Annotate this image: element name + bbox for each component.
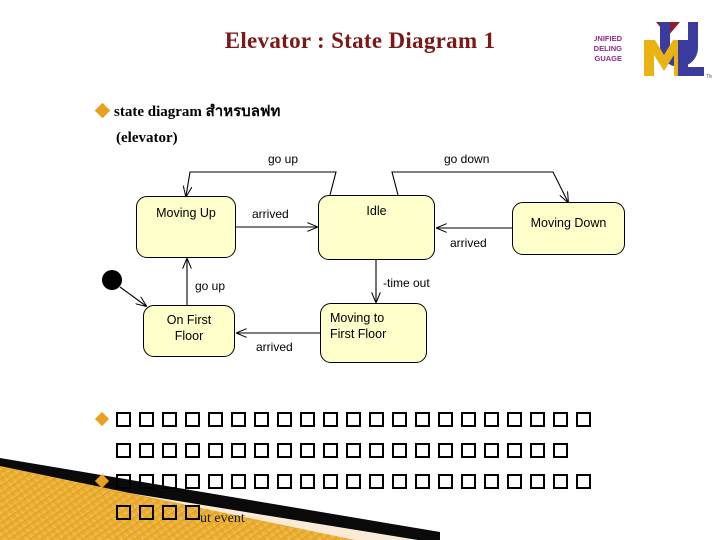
- missing-glyph-box: [208, 474, 223, 489]
- missing-glyph-box: [254, 443, 269, 458]
- missing-glyph-box: [254, 412, 269, 427]
- missing-glyph-box: [139, 443, 154, 458]
- missing-glyph-box: [553, 443, 568, 458]
- placeholder-row: [116, 435, 716, 466]
- state-idle-label: Idle: [366, 204, 387, 218]
- placeholder-text-block: [94, 404, 716, 528]
- missing-glyph-box: [461, 474, 476, 489]
- missing-glyph-box: [438, 412, 453, 427]
- missing-glyph-box: [461, 443, 476, 458]
- missing-glyph-box: [369, 474, 384, 489]
- missing-glyph-box: [116, 412, 131, 427]
- missing-glyph-box: [484, 474, 499, 489]
- edge-label-time-out: -time out: [383, 276, 430, 290]
- missing-glyph-box: [208, 443, 223, 458]
- missing-glyph-box: [254, 474, 269, 489]
- missing-glyph-box: [300, 412, 315, 427]
- missing-glyph-box: [530, 443, 545, 458]
- missing-glyph-box: [277, 412, 292, 427]
- placeholder-row: [116, 466, 716, 497]
- missing-glyph-box: [162, 474, 177, 489]
- missing-glyph-box: [553, 412, 568, 427]
- missing-glyph-box: [139, 474, 154, 489]
- missing-glyph-box: [323, 474, 338, 489]
- missing-glyph-box: [346, 474, 361, 489]
- missing-glyph-box: [553, 474, 568, 489]
- missing-glyph-box: [438, 443, 453, 458]
- missing-glyph-box: [323, 443, 338, 458]
- missing-glyph-box: [576, 412, 591, 427]
- state-moving-to-first-floor-label: Moving to First Floor: [330, 311, 387, 341]
- missing-glyph-box: [415, 474, 430, 489]
- missing-glyph-box: [231, 443, 246, 458]
- state-on-first-floor-label: On First Floor: [166, 313, 212, 343]
- missing-glyph-box: [576, 474, 591, 489]
- missing-glyph-box: [461, 412, 476, 427]
- missing-glyph-box: [116, 443, 131, 458]
- missing-glyph-box: [369, 443, 384, 458]
- missing-glyph-box: [300, 443, 315, 458]
- missing-glyph-box: [369, 412, 384, 427]
- edge-label-first-arrived: arrived: [256, 340, 293, 354]
- missing-glyph-box: [530, 412, 545, 427]
- edge-label-first-go-up: go up: [195, 279, 226, 293]
- missing-glyph-box: [277, 474, 292, 489]
- missing-glyph-box: [346, 412, 361, 427]
- state-moving-up-label: Moving Up: [156, 206, 216, 220]
- missing-glyph-box: [116, 505, 131, 520]
- edge-initial-to-first: [119, 286, 146, 306]
- missing-glyph-box: [162, 412, 177, 427]
- missing-glyph-box: [300, 474, 315, 489]
- edge-label-go-up-top: go up: [268, 152, 299, 166]
- missing-glyph-box: [438, 474, 453, 489]
- edge-label-down-arrived: arrived: [450, 236, 487, 250]
- slide-canvas: Elevator : State Diagram 1 UNIFIED MODEL…: [0, 0, 720, 540]
- missing-glyph-box: [231, 474, 246, 489]
- missing-glyph-box: [185, 443, 200, 458]
- missing-glyph-box: [392, 474, 407, 489]
- missing-glyph-box: [185, 474, 200, 489]
- missing-glyph-box: [507, 443, 522, 458]
- edge-label-go-down-top: go down: [444, 152, 490, 166]
- missing-glyph-box: [185, 505, 200, 520]
- missing-glyph-box: [208, 412, 223, 427]
- missing-glyph-box: [231, 412, 246, 427]
- missing-glyph-box: [415, 412, 430, 427]
- missing-glyph-box: [162, 505, 177, 520]
- missing-glyph-box: [530, 474, 545, 489]
- edge-label-up-arrived: arrived: [252, 207, 289, 221]
- missing-glyph-box: [415, 443, 430, 458]
- missing-glyph-box: [392, 443, 407, 458]
- missing-glyph-box: [484, 412, 499, 427]
- missing-glyph-box: [323, 412, 338, 427]
- missing-glyph-box: [392, 412, 407, 427]
- missing-glyph-box: [139, 505, 154, 520]
- edge-go-up-top: [186, 171, 337, 196]
- placeholder-row: [116, 404, 716, 435]
- missing-glyph-box: [116, 474, 131, 489]
- missing-glyph-box: [277, 443, 292, 458]
- initial-state-marker: [102, 270, 122, 290]
- placeholder-tail-label: ut event: [200, 511, 245, 526]
- state-moving-down-label: Moving Down: [530, 216, 607, 230]
- missing-glyph-box: [484, 443, 499, 458]
- missing-glyph-box: [507, 474, 522, 489]
- missing-glyph-box: [346, 443, 361, 458]
- missing-glyph-box: [139, 412, 154, 427]
- missing-glyph-box: [162, 443, 177, 458]
- missing-glyph-box: [507, 412, 522, 427]
- missing-glyph-box: [185, 412, 200, 427]
